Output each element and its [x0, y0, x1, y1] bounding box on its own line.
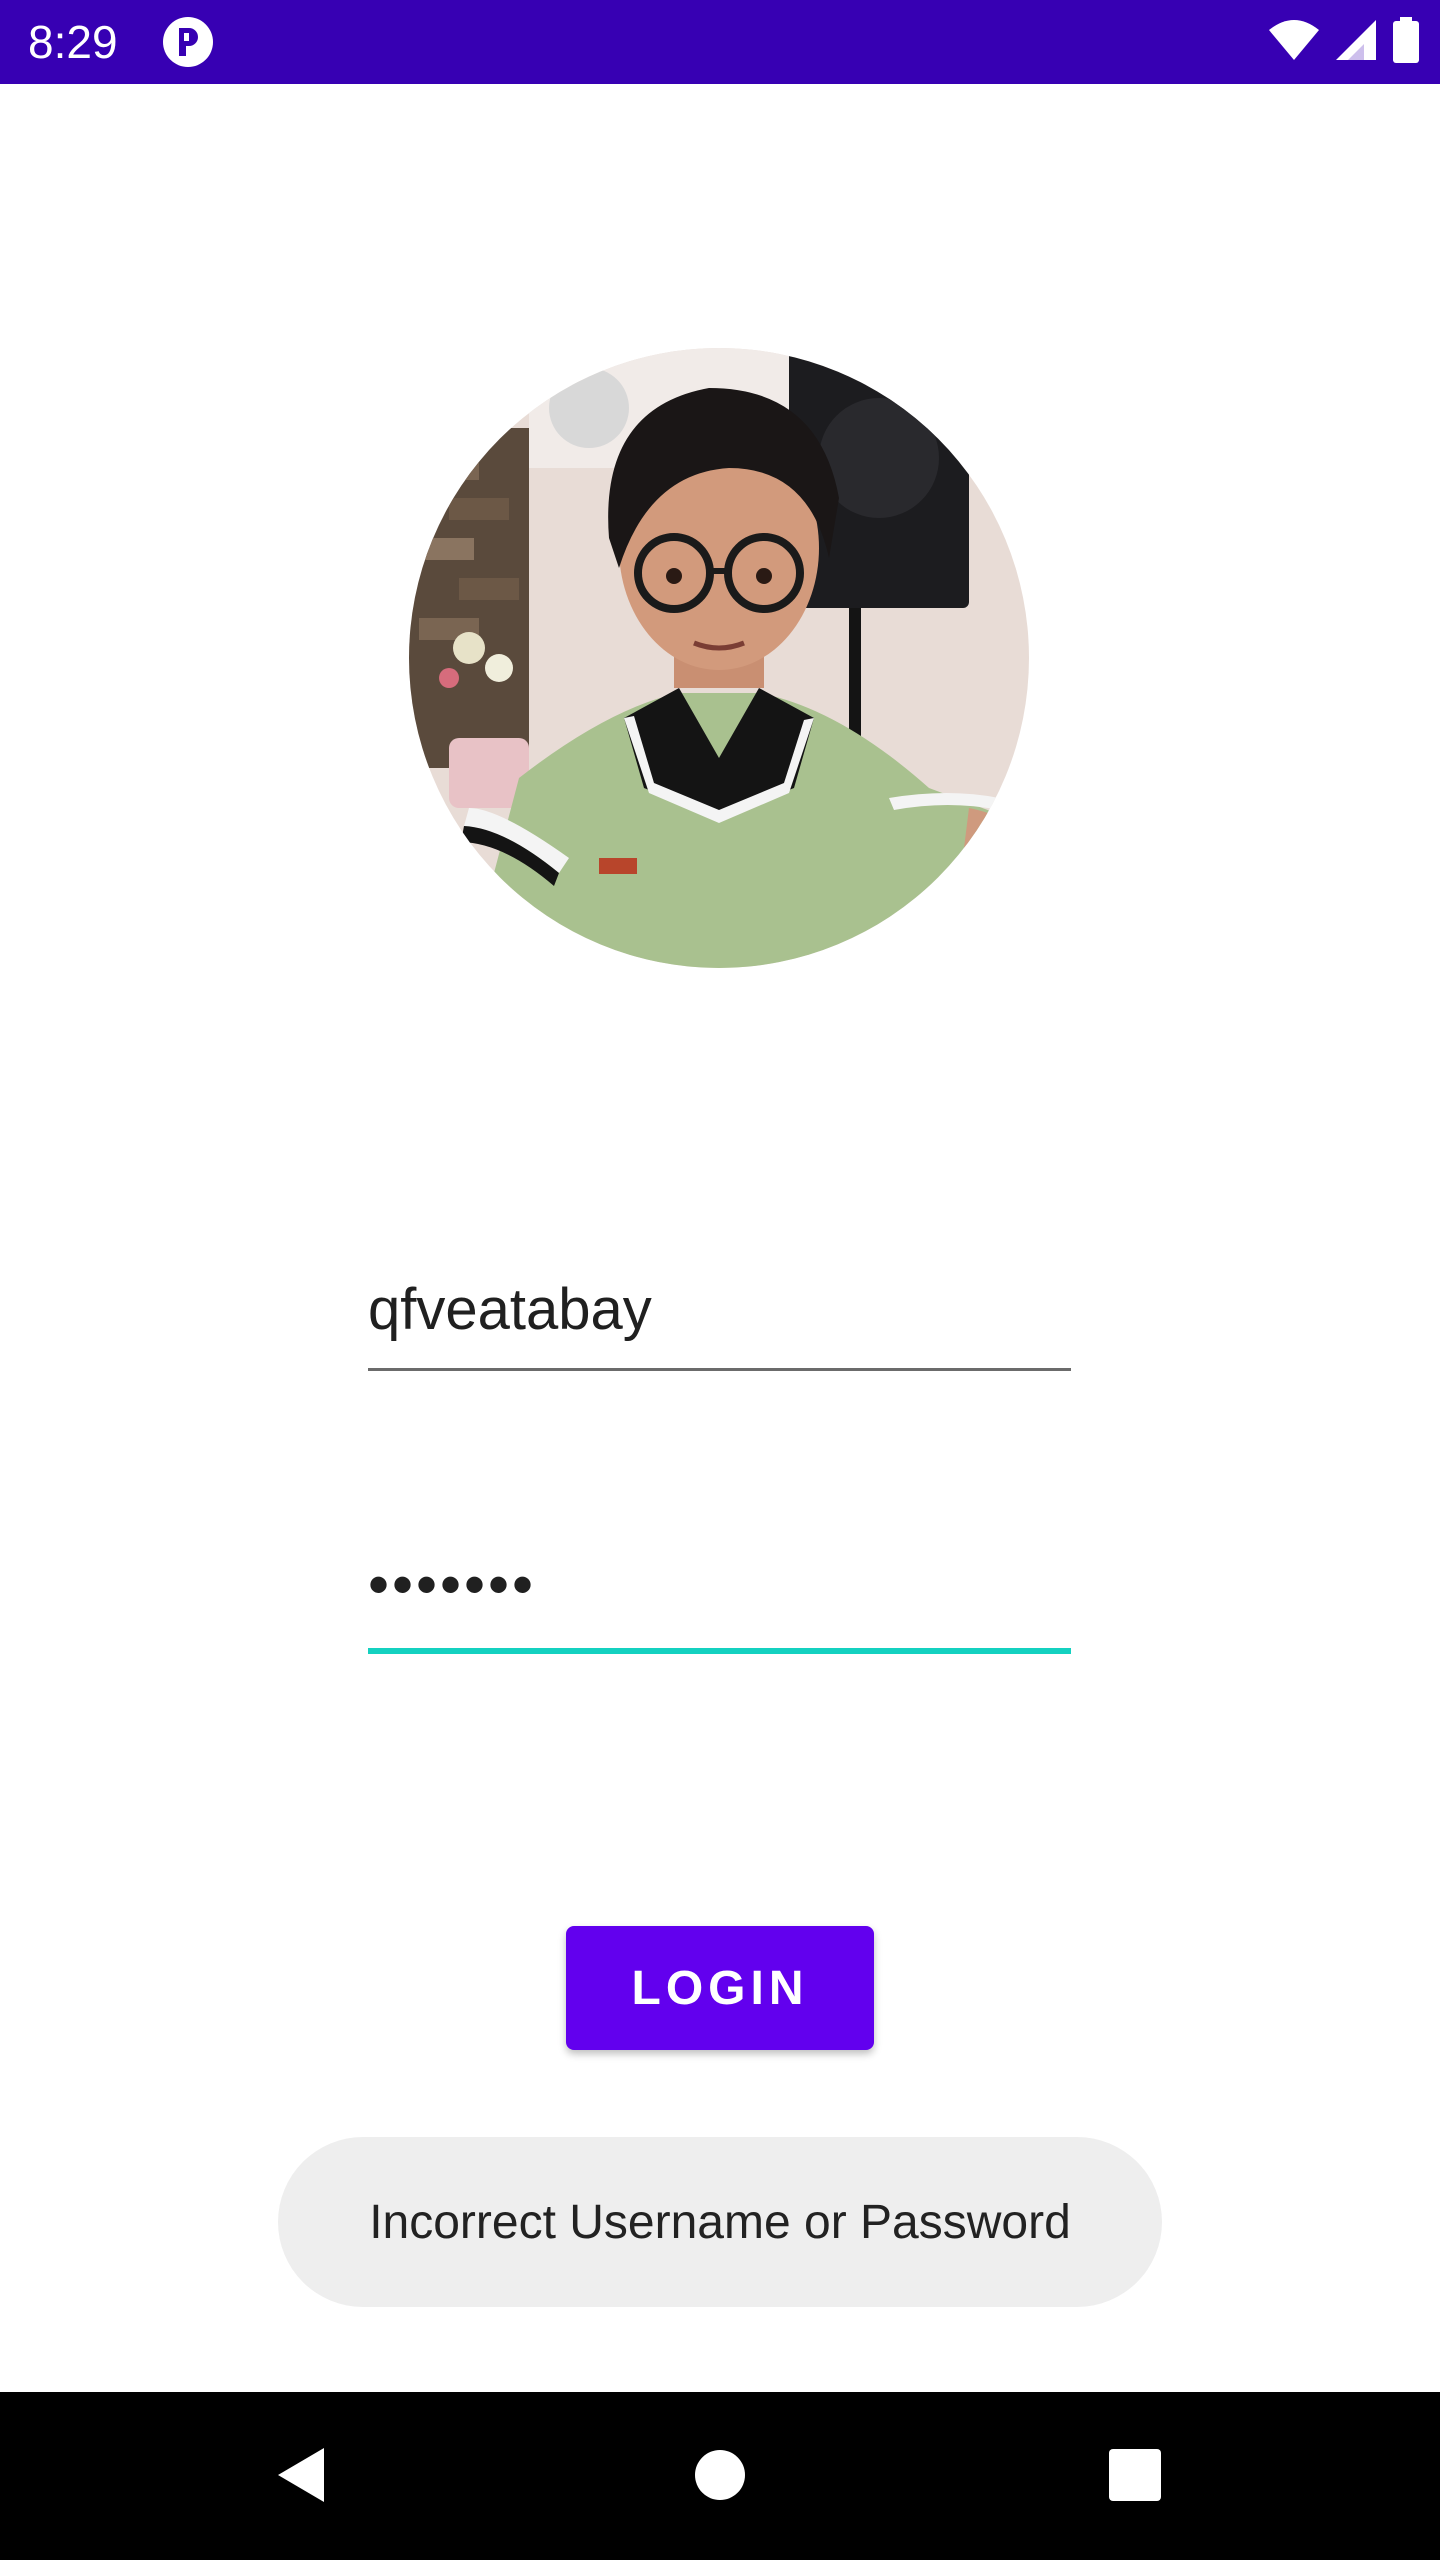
status-bar: 8:29	[0, 0, 1440, 84]
home-button[interactable]	[675, 2432, 765, 2522]
recents-button[interactable]	[1090, 2432, 1180, 2522]
login-screen: 8:29 qfveatabay ••••••• LOGIN Incorrect …	[0, 0, 1440, 2560]
login-button[interactable]: LOGIN	[566, 1926, 874, 2050]
username-underline	[368, 1368, 1071, 1371]
username-field-container	[368, 1260, 1071, 1372]
password-underline	[368, 1648, 1071, 1654]
toast-message: Incorrect Username or Password	[369, 2195, 1071, 2249]
profile-avatar	[409, 348, 1029, 968]
username-input[interactable]	[368, 1260, 1071, 1360]
app-notification-icon	[162, 16, 214, 68]
password-field-container	[368, 1530, 1071, 1656]
back-icon	[274, 2444, 328, 2511]
password-input[interactable]	[368, 1530, 1071, 1640]
status-icons	[1268, 16, 1420, 68]
wifi-icon	[1268, 18, 1320, 67]
error-toast: Incorrect Username or Password	[278, 2137, 1162, 2307]
navigation-bar	[0, 2392, 1440, 2560]
battery-icon	[1392, 16, 1420, 68]
home-icon	[694, 2449, 746, 2506]
back-button[interactable]	[256, 2432, 346, 2522]
recents-icon	[1108, 2448, 1162, 2507]
status-time: 8:29	[28, 16, 118, 68]
cell-signal-icon	[1334, 18, 1378, 67]
